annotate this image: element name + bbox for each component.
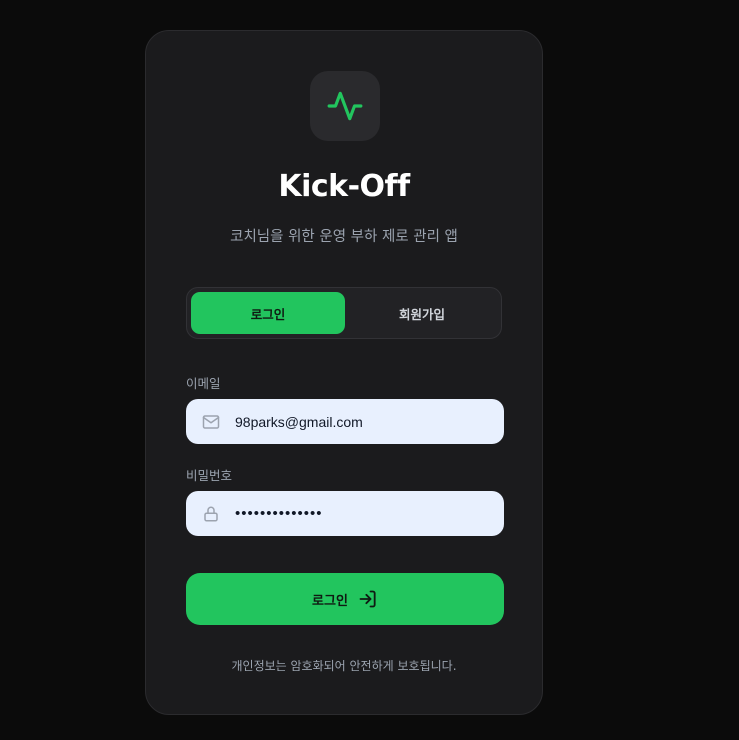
email-input[interactable] xyxy=(235,413,485,430)
mail-icon xyxy=(201,412,221,432)
tab-signup[interactable]: 회원가입 xyxy=(345,292,499,334)
lock-icon xyxy=(201,504,221,524)
email-label: 이메일 xyxy=(186,376,221,391)
email-field-wrapper xyxy=(186,399,504,444)
password-label: 비밀번호 xyxy=(186,468,233,483)
login-submit-label: 로그인 xyxy=(312,593,348,609)
app-subtitle: 코치님을 위한 운영 부하 제로 관리 앱 xyxy=(230,229,458,245)
app-logo xyxy=(310,71,380,141)
password-field-wrapper xyxy=(186,491,504,536)
tab-login[interactable]: 로그인 xyxy=(191,292,345,334)
privacy-notice: 개인정보는 암호화되어 안전하게 보호됩니다. xyxy=(231,659,457,673)
login-card: Kick-Off 코치님을 위한 운영 부하 제로 관리 앱 로그인 회원가입 … xyxy=(145,30,543,715)
auth-tabs: 로그인 회원가입 xyxy=(186,287,502,339)
log-in-arrow-icon xyxy=(359,590,376,608)
app-title: Kick-Off xyxy=(278,169,410,204)
password-input[interactable] xyxy=(235,505,485,522)
activity-pulse-icon xyxy=(327,91,363,121)
login-submit-button[interactable]: 로그인 xyxy=(186,573,504,625)
